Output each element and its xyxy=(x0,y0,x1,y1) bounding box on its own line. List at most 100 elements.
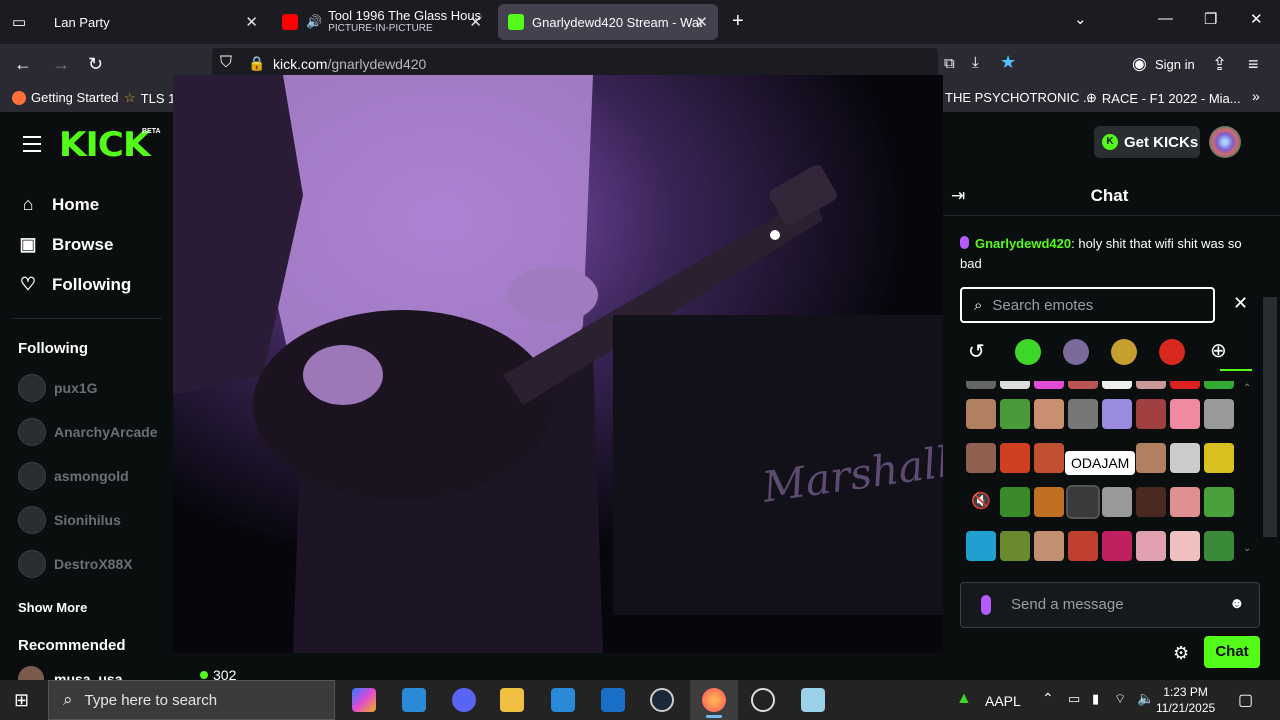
chat-settings-gear-icon[interactable]: ⚙ xyxy=(1173,643,1189,664)
mail-icon[interactable] xyxy=(601,688,625,712)
emote[interactable] xyxy=(966,443,996,473)
close-icon[interactable]: ✕ xyxy=(1233,293,1248,314)
emote[interactable] xyxy=(1068,381,1098,389)
save-page-icon[interactable]: ⤓ xyxy=(972,54,979,71)
close-window-button[interactable]: ✕ xyxy=(1250,10,1263,28)
emote[interactable] xyxy=(966,531,996,561)
channel-emotes-icon[interactable] xyxy=(1063,339,1089,365)
show-more-link[interactable]: Show More xyxy=(18,600,87,615)
wifi-icon[interactable]: ⌔ xyxy=(1114,691,1126,707)
emote[interactable] xyxy=(1000,487,1030,517)
steam-icon[interactable] xyxy=(650,688,674,712)
close-icon[interactable]: ✕ xyxy=(469,13,482,31)
chat-scrollbar[interactable] xyxy=(1263,297,1277,537)
shield-icon[interactable]: ⛉ xyxy=(220,54,232,72)
taskbar-search-input[interactable]: ⌕ Type here to search xyxy=(48,680,335,720)
bookmarks-overflow-icon[interactable]: » xyxy=(1252,88,1260,104)
emote[interactable] xyxy=(1102,487,1132,517)
tab-overflow-chevron-icon[interactable]: ⌄ xyxy=(1074,10,1087,28)
emote[interactable] xyxy=(1034,381,1064,389)
battery-icon[interactable]: ▮ xyxy=(1092,691,1099,707)
send-chat-button[interactable]: Chat xyxy=(1204,636,1260,668)
emote[interactable] xyxy=(1000,531,1030,561)
nav-browse[interactable]: ▣ Browse xyxy=(18,234,113,255)
emote[interactable] xyxy=(1102,381,1132,389)
emote-search-input[interactable]: ⌕ Search emotes xyxy=(960,287,1215,323)
emote[interactable] xyxy=(1204,531,1234,561)
lock-icon[interactable]: 🔒 xyxy=(248,55,265,72)
recent-emotes-icon[interactable]: ↺ xyxy=(968,339,985,364)
emote[interactable] xyxy=(1170,531,1200,561)
bookmark-getting-started[interactable]: Getting Started xyxy=(12,90,118,105)
reload-icon[interactable]: ↻ xyxy=(88,54,103,74)
chat-username[interactable]: Gnarlydewd420 xyxy=(975,236,1071,251)
show-hidden-icons-chevron[interactable]: ⌃ xyxy=(1042,690,1054,707)
tab-list-icon[interactable]: ▭ xyxy=(12,13,26,31)
emote[interactable] xyxy=(1136,399,1166,429)
video-player[interactable]: Marshall xyxy=(173,75,943,653)
emote[interactable] xyxy=(1034,443,1064,473)
emote[interactable] xyxy=(1170,487,1200,517)
user-avatar[interactable] xyxy=(1209,126,1241,158)
kick-logo[interactable]: KICK xyxy=(59,125,151,165)
copilot-icon[interactable] xyxy=(352,688,376,712)
notepad-icon[interactable] xyxy=(801,688,825,712)
emote[interactable] xyxy=(1034,531,1064,561)
account-icon[interactable]: ◉ xyxy=(1132,54,1147,74)
subscriber-emotes-icon[interactable] xyxy=(1111,339,1137,365)
emote[interactable] xyxy=(1170,443,1200,473)
red-emote-set-icon[interactable] xyxy=(1159,339,1185,365)
emoji-icon[interactable]: ☻ xyxy=(1229,595,1245,612)
following-channel[interactable]: AnarchyArcade xyxy=(18,418,158,446)
windows-start-icon[interactable]: ⊞ xyxy=(14,690,29,711)
bookmark-psychotronic[interactable]: THE PSYCHOTRONIC ... xyxy=(945,90,1094,105)
restore-button[interactable]: ❐ xyxy=(1204,10,1217,28)
scroll-up-icon[interactable]: ⌃ xyxy=(1243,383,1251,394)
emote[interactable] xyxy=(1066,485,1100,519)
emote[interactable] xyxy=(1000,381,1030,389)
tab-tool-glass-house[interactable]: 🔊 Tool 1996 The Glass House PICTURE-IN-P… xyxy=(272,4,492,40)
microsoft-store-icon[interactable] xyxy=(551,688,575,712)
bookmark-tls[interactable]: ☆ TLS 1 xyxy=(124,90,175,106)
notifications-icon[interactable]: ▢ xyxy=(1238,690,1253,710)
following-channel[interactable]: Sionihilus xyxy=(18,506,121,534)
emote[interactable] xyxy=(966,381,996,389)
menu-icon[interactable]: ≡ xyxy=(1248,54,1259,74)
file-explorer-icon[interactable] xyxy=(500,688,524,712)
emote[interactable] xyxy=(1034,487,1064,517)
emote[interactable] xyxy=(966,399,996,429)
emote[interactable] xyxy=(1068,399,1098,429)
tab-lan-party[interactable]: Lan Party ✕ xyxy=(40,4,268,40)
volume-icon[interactable]: 🔈 xyxy=(1137,690,1154,707)
emote[interactable] xyxy=(1102,399,1132,429)
emote[interactable] xyxy=(1068,531,1098,561)
stock-ticker[interactable]: AAPL xyxy=(985,693,1021,709)
discord-icon[interactable] xyxy=(452,688,476,712)
network-icon[interactable]: ▭ xyxy=(1068,691,1080,707)
pip-icon[interactable]: ⧉ xyxy=(944,55,955,72)
following-channel[interactable]: DestroX88X xyxy=(18,550,133,578)
emote[interactable] xyxy=(1136,443,1166,473)
emote[interactable] xyxy=(1170,381,1200,389)
bookmark-race-f1[interactable]: ⊕ RACE - F1 2022 - Mia... xyxy=(1086,90,1241,106)
back-arrow-icon[interactable]: ← xyxy=(14,54,32,74)
mute-icon[interactable]: 🔇 xyxy=(966,487,996,517)
sign-in-button[interactable]: Sign in xyxy=(1155,57,1195,72)
emote[interactable] xyxy=(1204,381,1234,389)
following-channel[interactable]: pux1G xyxy=(18,374,98,402)
tab-gnarlydewd-stream[interactable]: Gnarlydewd420 Stream - Watch ✕ xyxy=(498,4,718,40)
new-tab-button[interactable]: + xyxy=(732,10,744,33)
firefox-taskbar-active[interactable] xyxy=(690,680,738,720)
bookmark-star-icon[interactable]: ★ xyxy=(1000,52,1016,73)
kick-emotes-icon[interactable] xyxy=(1015,339,1041,365)
get-kicks-button[interactable]: K Get KICKs xyxy=(1094,126,1200,158)
global-emotes-icon[interactable]: ⊕ xyxy=(1210,338,1227,363)
emote[interactable] xyxy=(1136,531,1166,561)
obs-icon[interactable] xyxy=(751,688,775,712)
following-channel[interactable]: asmongold xyxy=(18,462,129,490)
nav-home[interactable]: ⌂ Home xyxy=(18,194,100,215)
close-icon[interactable]: ✕ xyxy=(245,13,258,31)
emote[interactable] xyxy=(1102,531,1132,561)
system-clock[interactable]: 1:23 PM 11/21/2025 xyxy=(1156,684,1215,716)
emote[interactable] xyxy=(1000,443,1030,473)
